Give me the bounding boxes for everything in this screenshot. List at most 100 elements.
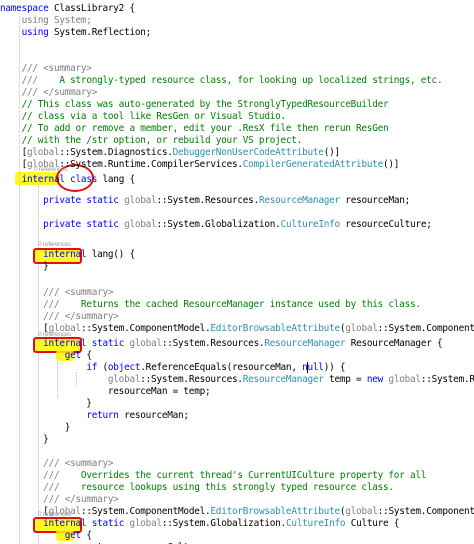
code-token: ::System.ComponentModel. <box>377 323 474 334</box>
code-token: { <box>80 530 92 541</box>
code-line: /// <summary> <box>0 458 113 470</box>
code-token: [ <box>0 159 28 170</box>
code-token: // class via a tool like ResGen or Visua… <box>0 111 287 122</box>
code-token: temp = <box>323 374 367 385</box>
code-token: Culture { <box>345 518 400 529</box>
code-token: lang { <box>97 174 136 185</box>
code-token: Overrides the current thread's CurrentUI… <box>59 470 427 481</box>
code-token: ResourceManager <box>264 338 346 349</box>
code-token: ::System.Resources. <box>140 374 243 385</box>
code-token: /// </summary> <box>0 311 119 322</box>
code-line: get { <box>0 530 92 542</box>
code-token: ::System.ComponentModel. <box>80 323 211 334</box>
code-line: // class via a tool like ResGen or Visua… <box>0 111 287 123</box>
code-editor[interactable]: namespace ClassLibrary2 { using System; … <box>0 0 474 544</box>
code-token: resource lookups using this strongly typ… <box>59 482 394 493</box>
code-token: ::System.ComponentModel. <box>377 506 474 517</box>
code-token: object <box>107 362 141 373</box>
code-token: global <box>124 219 157 230</box>
code-line: [global::System.Diagnostics.DebuggerNonU… <box>0 147 341 159</box>
code-line: /// resource lookups using this strongly… <box>0 482 394 494</box>
code-line: } <box>0 434 49 446</box>
code-token: resourceMan = temp; <box>0 386 211 397</box>
code-token: null <box>302 362 324 373</box>
code-token: using System; <box>0 15 92 26</box>
code-line: /// Overrides the current thread's Curre… <box>0 470 426 482</box>
code-token: resourceMan; <box>118 410 189 421</box>
code-token: ::System.Resources. <box>156 195 259 206</box>
code-token: [ <box>0 147 28 158</box>
code-token: DebuggerNonUserCodeAttribute <box>172 147 324 158</box>
code-token: global <box>345 323 378 334</box>
code-token: static <box>91 338 125 349</box>
code-token: new <box>366 374 384 385</box>
code-token: private <box>43 195 81 206</box>
code-token: // with the /str option, or rebuild your… <box>0 135 303 146</box>
code-token: get <box>64 350 81 361</box>
code-token: ResourceManager <box>258 195 340 206</box>
code-token: ResourceManager <box>242 374 324 385</box>
code-token: } <box>0 261 49 272</box>
code-token: /// <box>0 482 60 493</box>
code-token: ( <box>97 362 109 373</box>
code-line: } <box>0 398 92 410</box>
code-token: /// <box>0 75 38 86</box>
codelens-references[interactable]: 0 references <box>34 166 67 174</box>
code-token: global <box>129 338 163 349</box>
code-token: ::System.Resources. <box>161 338 265 349</box>
code-line: return resourceMan; <box>0 410 189 422</box>
code-token: static <box>86 219 119 230</box>
code-token: lang() { <box>86 249 135 260</box>
code-token: ClassLibrary2 { <box>48 3 135 14</box>
code-token: .ReferenceEquals(resourceMan, <box>140 362 303 373</box>
code-line: internal class lang { <box>0 174 136 186</box>
code-token: global <box>345 506 378 517</box>
code-token: ::System.Runtime.CompilerServices. <box>59 159 243 170</box>
code-token: /// <box>0 470 60 481</box>
code-token: return <box>86 410 119 421</box>
code-token: CultureInfo <box>280 219 341 230</box>
code-token: /// <summary> <box>0 63 92 74</box>
code-line: namespace ClassLibrary2 { <box>0 3 135 15</box>
text-cursor <box>307 362 308 373</box>
code-line: /// </summary> <box>0 87 98 99</box>
code-token: Returns the cached ResourceManager insta… <box>59 299 421 310</box>
codelens-references[interactable]: 0 references <box>38 241 71 249</box>
code-line: /// <summary> <box>0 63 92 75</box>
code-token: get <box>64 530 81 541</box>
code-line: // This class was auto-generated by the … <box>0 99 389 111</box>
code-token: global <box>124 195 157 206</box>
code-line: private static global::System.Resources.… <box>0 195 410 207</box>
code-line: resourceMan = temp; <box>0 386 211 398</box>
code-token: static <box>91 518 125 529</box>
code-token: { <box>80 350 92 361</box>
code-line: } <box>0 422 71 434</box>
code-token: } <box>0 422 71 433</box>
code-token: resourceCulture; <box>339 219 432 230</box>
code-token: ::System.Resources. <box>420 374 474 385</box>
code-line: /// Returns the cached ResourceManager i… <box>0 299 421 311</box>
code-token: ::System.ComponentModel. <box>80 506 211 517</box>
code-line: internal static global::System.Globaliza… <box>0 518 399 530</box>
code-token: CultureInfo <box>285 518 346 529</box>
code-token: /// <summary> <box>0 287 114 298</box>
code-token: private <box>43 219 81 230</box>
code-token: global <box>388 374 421 385</box>
code-line: /// </summary> <box>0 311 119 323</box>
code-line: } <box>0 261 49 273</box>
code-token: )) { <box>323 362 346 373</box>
code-token: ResourceManager { <box>345 338 443 349</box>
code-token: namespace <box>0 3 49 14</box>
code-token: resourceMan; <box>339 195 411 206</box>
